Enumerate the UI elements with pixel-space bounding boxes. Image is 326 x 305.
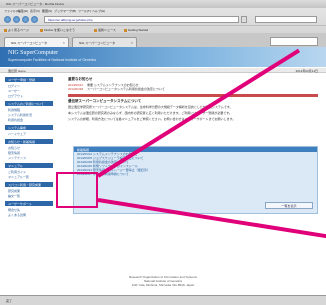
tab-inactive[interactable]: NIG スーパーコンピュータ ×	[72, 37, 137, 47]
sidebar-heading: ユーザーサポート	[5, 201, 53, 206]
menu-help[interactable]: ヘルプ(H)	[92, 9, 105, 13]
sidebar-link[interactable]: よくある質問	[5, 212, 60, 217]
bookmarks-toolbar: よく見るページ Firefox を使いこなそう 最新ニュース Getting S…	[0, 25, 326, 33]
news-text: スーパーコンピュータシステム利用負担金の改定について	[87, 87, 165, 91]
bookmark-item[interactable]: よく見るページ	[4, 28, 29, 32]
bookmark-icon	[40, 29, 43, 32]
news-section-title: 重要なお知らせ	[68, 77, 318, 82]
bookmark-item[interactable]: 最新ニュース	[94, 28, 116, 32]
tab-search-field[interactable]	[270, 37, 318, 46]
bookmark-icon	[94, 29, 97, 32]
web-page: NIG SuperComputer Supercomputer Faciliti…	[0, 47, 326, 295]
go-button[interactable]	[241, 16, 247, 23]
page-footer: Research Organization of Information and…	[0, 275, 326, 287]
paragraph: 国立遺伝学研究所スーパーコンピュータシステムは、生命科学分野の大規模データ解析を…	[68, 105, 318, 109]
tab-active[interactable]: NIG スーパーコンピュータ ×	[4, 37, 69, 47]
show-list-button[interactable]: 一覧を表示	[265, 202, 313, 209]
home-link[interactable]: 遺伝研 Home	[8, 69, 26, 73]
tab-strip: NIG スーパーコンピュータ × NIG スーパーコンピュータ ×	[0, 33, 326, 47]
news-item[interactable]: 2014/02/28 スーパーコンピュータシステム利用負担金の改定について	[68, 87, 318, 91]
title-bar: NIG スーパーコンピュータ - Mozilla Firefox	[0, 0, 326, 8]
bookmark-item[interactable]: Getting Started	[124, 28, 148, 32]
close-icon[interactable]: ×	[63, 40, 65, 45]
highlight-box	[56, 172, 98, 208]
forward-icon[interactable]	[13, 16, 20, 23]
tab-label: NIG スーパーコンピュータ	[11, 41, 47, 45]
menu-tools[interactable]: ツール(T)	[78, 9, 91, 13]
bookmark-icon	[124, 29, 127, 32]
bookmark-item[interactable]: Firefox を使いこなそう	[40, 28, 75, 32]
menu-bookmarks[interactable]: ブックマーク(B)	[54, 9, 76, 13]
sidebar-heading: ユーザー申請・登録	[5, 77, 53, 82]
about-section-title: 遺伝研スーパーコンピュータシステムについて	[68, 99, 318, 104]
sidebar-heading: システム構成	[5, 125, 53, 130]
site-subtitle: Supercomputer Facilities of National Ins…	[8, 58, 96, 62]
info-bar: 遺伝研 Home 2014年03月14日	[0, 68, 326, 73]
back-icon[interactable]	[4, 16, 11, 23]
browser-chrome: NIG スーパーコンピュータ - Mozilla Firefox ファイル(F)…	[0, 0, 326, 47]
sidebar-heading: スパコン利用・研究成果	[5, 182, 53, 187]
sidebar: ユーザー申請・登録 ログイン ユーザー ログアウト システムのご利用について 利…	[5, 77, 60, 217]
navigation-bar: https://sc.ddbj.nig.ac.jp/index.php	[0, 14, 326, 25]
sidebar-heading: マニュアル	[5, 163, 53, 168]
url-text: https://sc.ddbj.nig.ac.jp/index.php	[48, 18, 92, 22]
menu-history[interactable]: 履歴(S)	[42, 9, 52, 13]
divider	[68, 94, 318, 97]
sidebar-heading: システムのご利用について	[5, 101, 53, 106]
footer-line: 1111 Yata, Mishima, Shizuoka 411-8540, J…	[0, 283, 326, 287]
menu-view[interactable]: 表示(V)	[30, 9, 40, 13]
status-bar: 完了	[0, 295, 326, 305]
status-text: 完了	[6, 299, 12, 303]
address-bar[interactable]: https://sc.ddbj.nig.ac.jp/index.php	[44, 16, 239, 23]
reload-icon[interactable]	[22, 16, 29, 23]
home-icon[interactable]	[31, 16, 38, 23]
close-icon[interactable]: ×	[131, 40, 133, 45]
tab-label: NIG スーパーコンピュータ	[79, 41, 115, 45]
panel-link[interactable]: 2014/02/07 年度末の利用申請について	[74, 172, 317, 176]
site-title: NIG SuperComputer	[8, 50, 58, 56]
search-input[interactable]	[255, 16, 317, 23]
window-title: NIG スーパーコンピュータ - Mozilla Firefox	[6, 2, 64, 6]
bookmark-icon	[4, 29, 7, 32]
page-date: 2014年03月14日	[296, 69, 318, 73]
sidebar-heading: お知らせ・新着情報	[5, 139, 53, 144]
news-date: 2014/02/28	[68, 87, 83, 91]
menu-edit[interactable]: 編集(E)	[18, 9, 28, 13]
